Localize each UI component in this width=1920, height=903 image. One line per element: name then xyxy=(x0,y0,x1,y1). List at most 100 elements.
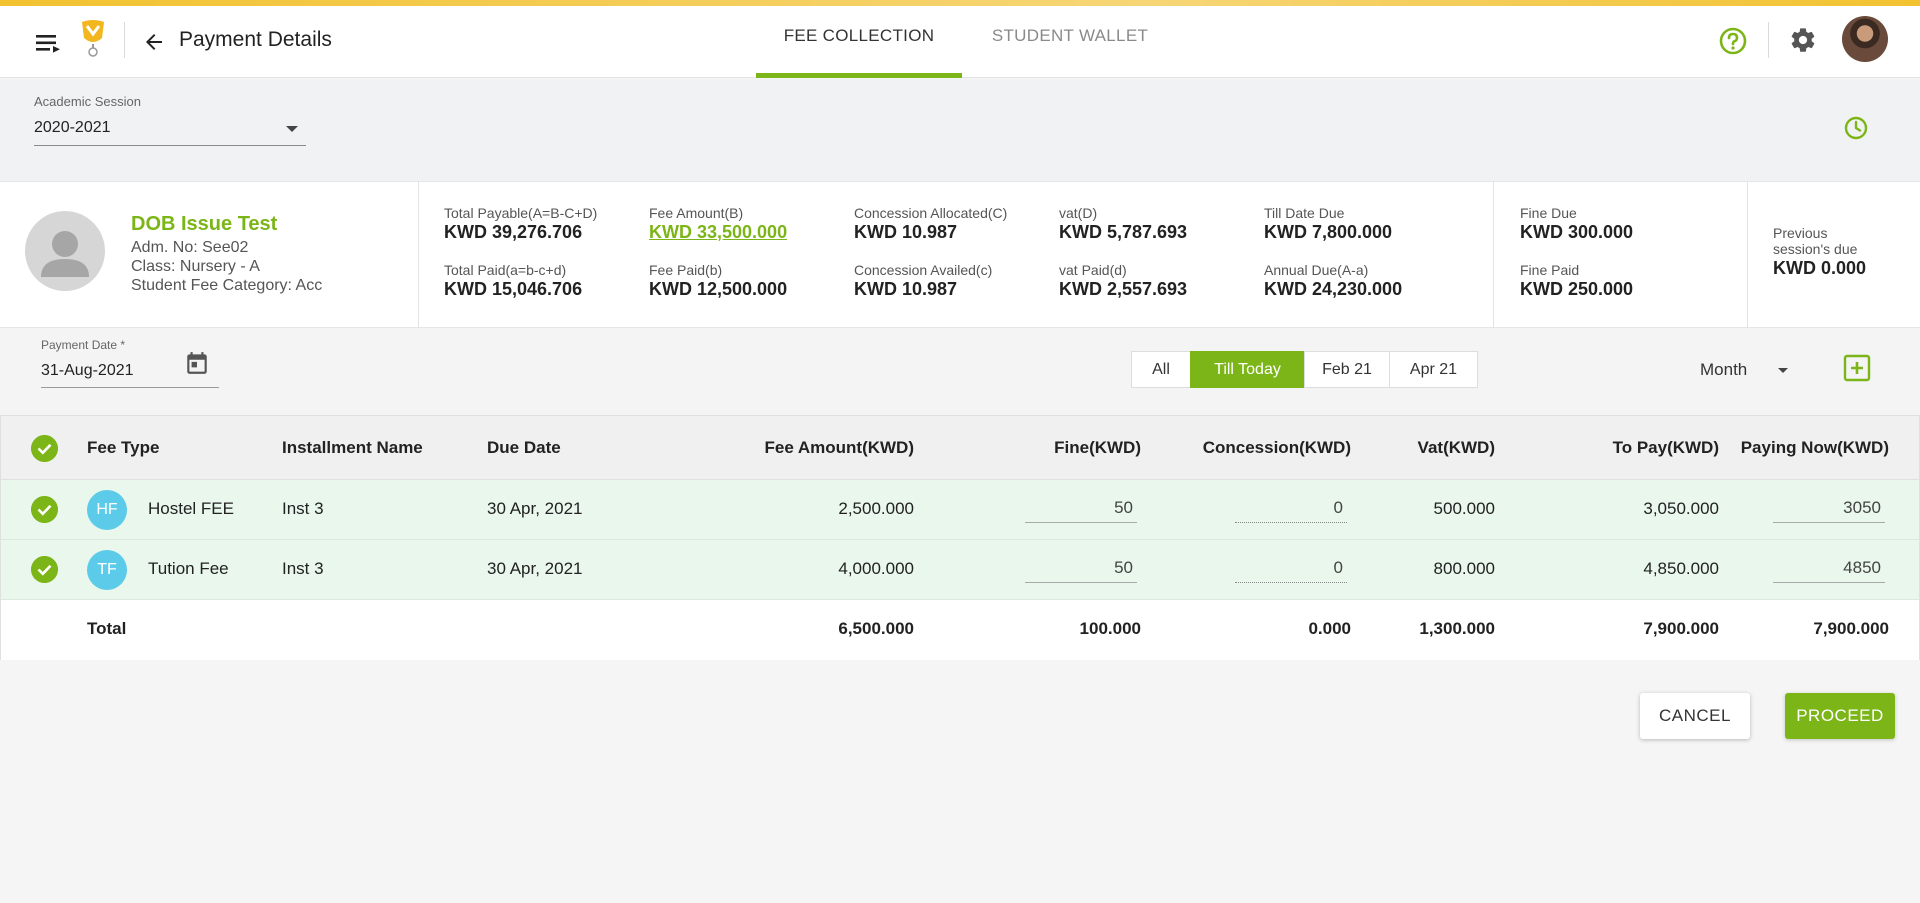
chevron-down-icon xyxy=(1778,368,1788,373)
filter-bar: Payment Date * 31-Aug-2021 All Till Toda… xyxy=(0,329,1920,415)
total-paid-value: KWD 15,046.706 xyxy=(444,279,583,299)
row-check-icon[interactable] xyxy=(31,556,58,583)
fee-category: Student Fee Category: Acc xyxy=(131,277,323,294)
col-fine: Fine(KWD) xyxy=(1054,438,1141,457)
col-concession: Concession(KWD) xyxy=(1202,438,1351,457)
student-name[interactable]: DOB Issue Test xyxy=(131,213,277,236)
row-check-icon[interactable] xyxy=(31,496,58,523)
annual-due-label: Annual Due(A-a) xyxy=(1264,262,1369,278)
fine-paid-value: KWD 250.000 xyxy=(1520,279,1634,299)
gear-icon[interactable] xyxy=(1789,26,1817,54)
vat-label: vat(D) xyxy=(1059,205,1098,221)
total-row: Total 6,500.000 100.000 0.000 1,300.000 … xyxy=(1,600,1919,660)
session-bar: Academic Session 2020-2021 xyxy=(0,79,1920,181)
previous-due-label-2: session's due xyxy=(1773,241,1858,257)
total-fine: 100.000 xyxy=(1079,619,1141,638)
school-logo-icon xyxy=(82,20,104,57)
summary-divider-3 xyxy=(1747,182,1748,328)
total-payable-label: Total Payable(A=B-C+D) xyxy=(444,205,598,221)
fine-paid-label: Fine Paid xyxy=(1520,262,1580,278)
total-concession: 0.000 xyxy=(1308,619,1351,638)
previous-due-value: KWD 0.000 xyxy=(1773,258,1867,278)
col-vat: Vat(KWD) xyxy=(1417,438,1495,457)
user-avatar[interactable] xyxy=(1842,16,1888,62)
header-divider-right xyxy=(1768,22,1769,58)
concession-allocated-value: KWD 10.987 xyxy=(854,222,958,242)
fine-input[interactable]: 50 xyxy=(1025,493,1137,523)
vat-paid-label: vat Paid(d) xyxy=(1059,262,1127,278)
table-header: Fee Type Installment Name Due Date Fee A… xyxy=(1,416,1919,480)
menu-icon[interactable] xyxy=(34,32,62,54)
to-pay-amount: 4,850.000 xyxy=(1643,559,1719,578)
total-fee-amount: 6,500.000 xyxy=(838,619,914,638)
segment-till-today[interactable]: Till Today xyxy=(1190,351,1305,388)
total-paying-now: 7,900.000 xyxy=(1813,619,1889,638)
person-icon xyxy=(41,231,89,277)
fee-type-badge: TF xyxy=(87,550,127,590)
fine-due-value: KWD 300.000 xyxy=(1520,222,1634,242)
paying-now-input[interactable]: 3050 xyxy=(1773,493,1885,523)
student-avatar xyxy=(25,211,105,291)
fee-table: Fee Type Installment Name Due Date Fee A… xyxy=(0,415,1920,660)
vat-value: KWD 5,787.693 xyxy=(1059,222,1188,242)
fee-amount: 4,000.000 xyxy=(838,559,914,578)
chevron-down-icon xyxy=(286,126,298,132)
summary-divider xyxy=(418,182,419,328)
col-installment-name: Installment Name xyxy=(282,438,423,457)
table-row[interactable]: TF Tution Fee Inst 3 30 Apr, 2021 4,000.… xyxy=(1,540,1919,600)
concession-input[interactable]: 0 xyxy=(1235,553,1347,583)
summary-divider-2 xyxy=(1493,182,1494,328)
total-vat: 1,300.000 xyxy=(1419,619,1495,638)
vat-amount: 800.000 xyxy=(1433,559,1495,578)
segment-apr-21[interactable]: Apr 21 xyxy=(1389,351,1478,388)
session-select[interactable]: 2020-2021 xyxy=(34,115,306,146)
concession-allocated-label: Concession Allocated(C) xyxy=(854,205,1008,221)
total-to-pay: 7,900.000 xyxy=(1643,619,1719,638)
total-label: Total xyxy=(87,619,127,638)
total-payable-value: KWD 39,276.706 xyxy=(444,222,583,242)
fine-due-label: Fine Due xyxy=(1520,205,1577,221)
tab-fee-collection[interactable]: FEE COLLECTION xyxy=(756,26,962,78)
student-summary: DOB Issue Test Adm. No: See02 Class: Nur… xyxy=(0,181,1920,328)
fee-type: Tution Fee xyxy=(148,559,229,578)
col-to-pay: To Pay(KWD) xyxy=(1612,438,1719,457)
col-fee-type: Fee Type xyxy=(87,438,160,457)
concession-input[interactable]: 0 xyxy=(1235,493,1347,523)
add-box-icon[interactable] xyxy=(1843,354,1871,382)
select-all-check-icon[interactable] xyxy=(31,435,58,462)
segment-feb-21[interactable]: Feb 21 xyxy=(1304,351,1390,388)
header-divider xyxy=(124,22,125,58)
table-row[interactable]: HF Hostel FEE Inst 3 30 Apr, 2021 2,500.… xyxy=(1,480,1919,540)
tab-student-wallet[interactable]: STUDENT WALLET xyxy=(962,26,1178,78)
student-class: Class: Nursery - A xyxy=(131,258,260,275)
fee-type: Hostel FEE xyxy=(148,499,234,518)
calendar-icon[interactable] xyxy=(184,350,210,376)
segment-all[interactable]: All xyxy=(1131,351,1191,388)
vat-paid-value: KWD 2,557.693 xyxy=(1059,279,1188,299)
clock-icon[interactable] xyxy=(1843,115,1869,141)
back-arrow-icon[interactable] xyxy=(142,30,166,54)
total-paid-label: Total Paid(a=b-c+d) xyxy=(444,262,567,278)
fee-paid-label: Fee Paid(b) xyxy=(649,262,723,278)
fine-input[interactable]: 50 xyxy=(1025,553,1137,583)
app-header: Payment Details FEE COLLECTION STUDENT W… xyxy=(0,6,1920,78)
installment-name: Inst 3 xyxy=(282,499,324,518)
fee-type-badge: HF xyxy=(87,490,127,530)
proceed-button[interactable]: PROCEED xyxy=(1785,693,1895,739)
paying-now-input[interactable]: 4850 xyxy=(1773,553,1885,583)
session-value: 2020-2021 xyxy=(34,119,111,136)
fee-paid-value: KWD 12,500.000 xyxy=(649,279,788,299)
admission-number: Adm. No: See02 xyxy=(131,239,249,256)
page-title: Payment Details xyxy=(179,28,332,51)
to-pay-amount: 3,050.000 xyxy=(1643,499,1719,518)
till-date-due-value: KWD 7,800.000 xyxy=(1264,222,1393,242)
month-select[interactable]: Month xyxy=(1700,360,1790,380)
cancel-button[interactable]: CANCEL xyxy=(1640,693,1750,739)
due-date: 30 Apr, 2021 xyxy=(487,559,583,578)
fee-amount: 2,500.000 xyxy=(838,499,914,518)
concession-availed-value: KWD 10.987 xyxy=(854,279,958,299)
help-icon[interactable] xyxy=(1718,26,1748,56)
fee-amount-link[interactable]: KWD 33,500.000 xyxy=(649,222,787,243)
month-value: Month xyxy=(1700,360,1748,379)
payment-date-label: Payment Date * xyxy=(41,338,126,352)
